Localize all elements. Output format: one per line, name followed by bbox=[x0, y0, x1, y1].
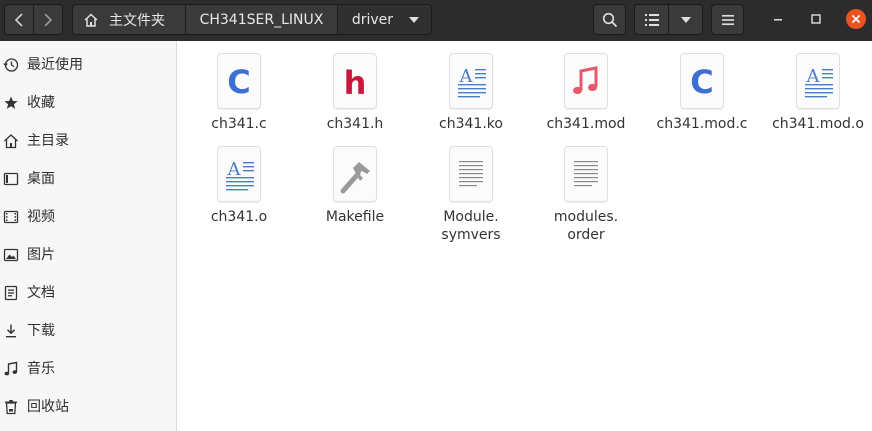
search-button[interactable] bbox=[593, 4, 626, 35]
video-icon bbox=[3, 210, 19, 224]
list-view-button[interactable] bbox=[634, 4, 669, 35]
file-name: ch341.ko bbox=[439, 116, 503, 132]
sidebar-item-label: 最近使用 bbox=[27, 57, 83, 73]
music-icon bbox=[4, 361, 18, 376]
c-source-file-icon: C bbox=[217, 53, 261, 109]
caret-down-icon bbox=[680, 16, 691, 23]
sidebar-item-trash[interactable]: 回收站 bbox=[0, 388, 176, 426]
view-options-button[interactable] bbox=[668, 4, 703, 35]
svg-text:A: A bbox=[806, 66, 821, 87]
file-name: ch341.o bbox=[210, 209, 268, 225]
download-icon bbox=[6, 324, 16, 338]
svg-text:A: A bbox=[459, 66, 474, 87]
breadcrumb-mid-label: CH341SER_LINUX bbox=[199, 11, 324, 28]
makefile-file-icon bbox=[333, 146, 377, 202]
forward-button[interactable] bbox=[33, 4, 63, 35]
sidebar-item-label: 图片 bbox=[27, 247, 55, 263]
breadcrumb-ch341ser-linux[interactable]: CH341SER_LINUX bbox=[186, 5, 338, 34]
maximize-icon bbox=[811, 14, 821, 24]
file-name: ch341.mod.o bbox=[772, 116, 864, 132]
text-document-file-icon: A bbox=[217, 146, 261, 202]
sidebar-item-home[interactable]: 主目录 bbox=[0, 122, 176, 160]
minimize-icon bbox=[774, 19, 782, 21]
c-header-file-icon: h bbox=[333, 53, 377, 109]
file-name: modules. order bbox=[553, 209, 619, 243]
sidebar-item-videos[interactable]: 视频 bbox=[0, 198, 176, 236]
trash-icon bbox=[5, 400, 17, 415]
plain-text-file-icon bbox=[449, 146, 493, 202]
sidebar-item-label: 视频 bbox=[27, 209, 55, 225]
menu-button[interactable] bbox=[711, 4, 744, 35]
sidebar-item-label: 桌面 bbox=[27, 171, 55, 187]
file-grid: C ch341.c h ch341.h A ch341.ko ch341.mod… bbox=[178, 41, 872, 431]
breadcrumb-driver[interactable]: driver bbox=[337, 5, 431, 34]
breadcrumb-home[interactable]: 主文件夹 bbox=[73, 5, 187, 34]
file-name: Module. symvers bbox=[441, 209, 501, 243]
file-name: ch341.c bbox=[211, 116, 267, 132]
maximize-button[interactable] bbox=[806, 9, 826, 29]
back-button[interactable] bbox=[4, 4, 34, 35]
list-view-icon bbox=[644, 13, 659, 26]
c-source-file-icon: C bbox=[680, 53, 724, 109]
svg-text:A: A bbox=[227, 159, 242, 180]
svg-text:C: C bbox=[690, 63, 713, 101]
sidebar-item-label: 主目录 bbox=[27, 133, 69, 149]
minimize-button[interactable] bbox=[768, 9, 788, 29]
svg-text:h: h bbox=[344, 64, 367, 102]
audio-file-icon bbox=[564, 53, 608, 109]
chevron-right-icon bbox=[44, 12, 53, 27]
sidebar-item-recent[interactable]: 最近使用 bbox=[0, 46, 176, 84]
breadcrumb: 主文件夹 CH341SER_LINUX driver bbox=[72, 4, 432, 35]
hamburger-menu-icon bbox=[721, 14, 734, 25]
close-icon bbox=[851, 14, 861, 24]
file-name: ch341.mod.c bbox=[656, 116, 748, 132]
sidebar-item-label: 收藏 bbox=[27, 95, 55, 111]
sidebar-item-documents[interactable]: 文档 bbox=[0, 274, 176, 312]
sidebar-item-downloads[interactable]: 下载 bbox=[0, 312, 176, 350]
sidebar-item-label: 回收站 bbox=[27, 399, 69, 415]
sidebar: 最近使用 收藏 主目录 桌面 视频 图片 文档 下载 音乐 回收站 bbox=[0, 41, 177, 431]
text-document-file-icon: A bbox=[796, 53, 840, 109]
header-bar: 主文件夹 CH341SER_LINUX driver bbox=[0, 0, 872, 41]
sidebar-item-label: 文档 bbox=[27, 285, 55, 301]
close-button[interactable] bbox=[846, 9, 866, 29]
file-name: ch341.mod bbox=[546, 116, 626, 132]
home-icon bbox=[84, 12, 98, 27]
file-name: ch341.h bbox=[326, 116, 384, 132]
desktop-icon bbox=[3, 172, 19, 186]
sidebar-item-label: 音乐 bbox=[27, 361, 55, 377]
document-icon bbox=[4, 285, 18, 301]
caret-down-icon bbox=[409, 16, 419, 23]
star-icon bbox=[4, 96, 18, 109]
svg-text:C: C bbox=[227, 63, 250, 101]
picture-icon bbox=[3, 248, 19, 262]
breadcrumb-home-label: 主文件夹 bbox=[109, 12, 165, 29]
sidebar-item-label: 下载 bbox=[27, 323, 55, 339]
sidebar-item-music[interactable]: 音乐 bbox=[0, 350, 176, 388]
plain-text-file-icon bbox=[564, 146, 608, 202]
home-icon bbox=[4, 134, 18, 149]
search-icon bbox=[602, 12, 617, 27]
sidebar-item-starred[interactable]: 收藏 bbox=[0, 84, 176, 122]
breadcrumb-current-label: driver bbox=[351, 11, 393, 28]
recent-icon bbox=[3, 58, 19, 72]
sidebar-item-pictures[interactable]: 图片 bbox=[0, 236, 176, 274]
text-document-file-icon: A bbox=[449, 53, 493, 109]
file-name: Makefile bbox=[325, 209, 385, 225]
sidebar-item-desktop[interactable]: 桌面 bbox=[0, 160, 176, 198]
chevron-left-icon bbox=[14, 12, 23, 27]
